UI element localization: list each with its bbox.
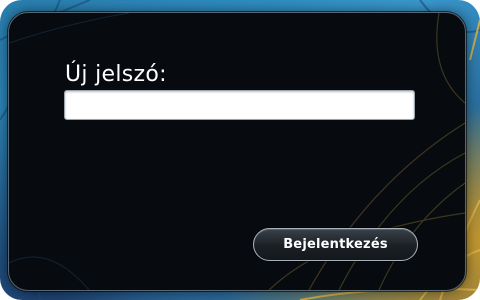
new-password-input[interactable] [64,90,415,120]
login-dialog: Új jelszó: Bejelentkezés [8,12,466,291]
login-button[interactable]: Bejelentkezés [253,228,418,261]
new-password-label: Új jelszó: [65,62,167,87]
login-screen: Új jelszó: Bejelentkezés [0,0,480,300]
